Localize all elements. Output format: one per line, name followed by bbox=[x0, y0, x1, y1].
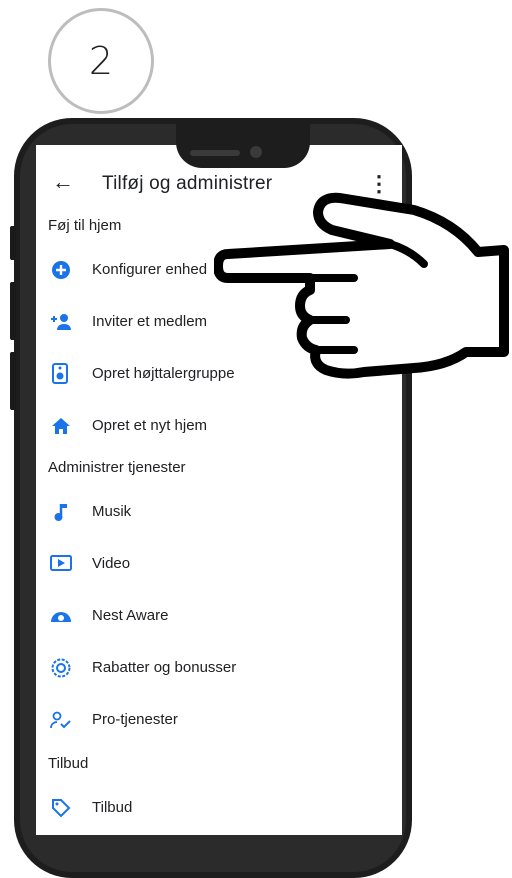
menu-item-label: Tilbud bbox=[92, 799, 133, 816]
menu-item-label: Musik bbox=[92, 503, 132, 520]
plus-circle-icon bbox=[50, 259, 72, 281]
menu-item-nest-aware[interactable]: Nest Aware bbox=[36, 597, 402, 637]
menu-item-video[interactable]: Video bbox=[36, 545, 402, 585]
menu-item-label: Pro-tjenester bbox=[92, 711, 178, 728]
video-icon bbox=[50, 553, 72, 575]
menu-item-label: Nest Aware bbox=[92, 607, 169, 624]
person-add-icon bbox=[50, 311, 72, 333]
menu-item-label: Opret et nyt hjem bbox=[92, 417, 208, 434]
phone-speaker bbox=[190, 150, 240, 156]
menu-item-label: Konfigurer enhed bbox=[92, 261, 208, 278]
phone-volume-down-button bbox=[10, 352, 16, 410]
menu-item-offers[interactable]: Tilbud bbox=[36, 789, 402, 829]
music-note-icon bbox=[50, 501, 72, 523]
arrow-back-icon[interactable]: ← bbox=[52, 169, 74, 195]
phone-side-button bbox=[10, 226, 16, 260]
menu-item-new-home[interactable]: Opret et nyt hjem bbox=[36, 407, 402, 447]
nest-aware-icon bbox=[50, 605, 72, 627]
tag-icon bbox=[50, 797, 72, 819]
section-add-home: Føj til hjem bbox=[48, 217, 122, 234]
speaker-group-icon bbox=[50, 363, 72, 385]
discount-icon bbox=[50, 657, 72, 679]
section-manage-services: Administrer tjenester bbox=[48, 459, 186, 476]
menu-item-pro-services[interactable]: Pro-tjenester bbox=[36, 701, 402, 741]
menu-item-label: Video bbox=[92, 555, 131, 572]
phone-camera bbox=[250, 146, 262, 158]
menu-item-discounts[interactable]: Rabatter og bonusser bbox=[36, 649, 402, 689]
pointing-hand-icon bbox=[214, 192, 509, 379]
step-number-badge: 2 bbox=[48, 8, 154, 114]
phone-notch bbox=[176, 118, 310, 168]
section-offers: Tilbud bbox=[48, 755, 89, 772]
menu-item-music[interactable]: Musik bbox=[36, 493, 402, 533]
home-icon bbox=[50, 415, 72, 437]
phone-volume-up-button bbox=[10, 282, 16, 340]
menu-item-label: Inviter et medlem bbox=[92, 313, 208, 330]
menu-item-label: Rabatter og bonusser bbox=[92, 659, 237, 676]
person-check-icon bbox=[50, 709, 72, 731]
